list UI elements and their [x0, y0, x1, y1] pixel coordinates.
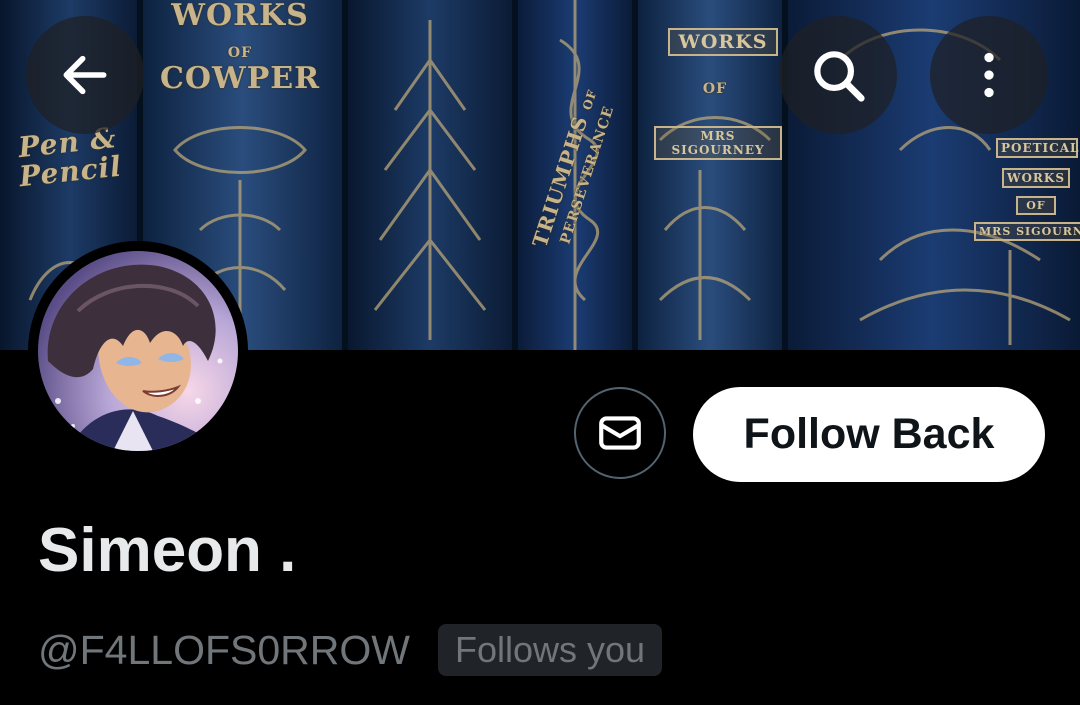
display-name: Simeon . [38, 516, 297, 585]
book-title-line: OF [702, 81, 728, 97]
book-title-line: WORKS [171, 0, 309, 33]
book-title-line: OF [579, 87, 600, 112]
book-title-line: MRS SIGOURNEY [974, 222, 1080, 241]
arrow-left-icon [63, 55, 107, 95]
book-title-line: OF [1016, 196, 1056, 215]
message-button[interactable] [574, 387, 666, 479]
follow-back-button[interactable]: Follow Back [693, 387, 1045, 482]
back-button[interactable] [26, 16, 144, 134]
username-handle: @F4LLOFS0RROW [38, 627, 410, 673]
book-title-line: WORKS [668, 28, 778, 56]
search-icon [814, 51, 865, 102]
follows-you-badge: Follows you [438, 624, 663, 676]
book-title-line: OF [227, 44, 253, 61]
more-vertical-icon [984, 52, 994, 98]
avatar-image [38, 251, 238, 451]
more-options-button[interactable] [930, 16, 1048, 134]
book-title-line: COWPER [160, 61, 321, 96]
book-title-line: WORKS [1002, 168, 1070, 188]
search-button[interactable] [779, 16, 897, 134]
envelope-icon [599, 416, 641, 450]
book-title-line: MRS SIGOURNEY [654, 126, 782, 160]
book-title-line: POETICAL [996, 138, 1078, 158]
profile-avatar[interactable] [28, 241, 248, 461]
